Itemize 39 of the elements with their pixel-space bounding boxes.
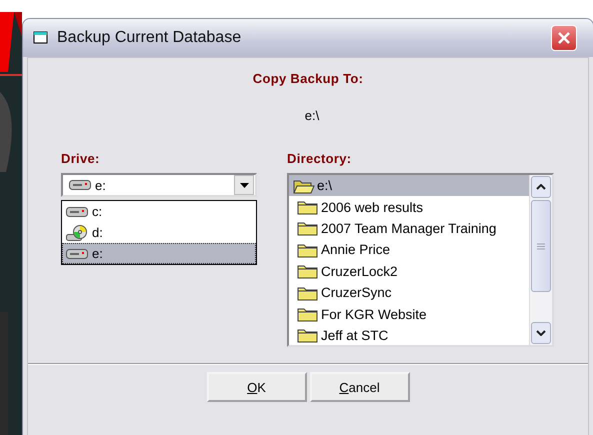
window-title: Backup Current Database	[57, 29, 242, 47]
drive-option[interactable]: e:	[62, 243, 256, 264]
folder-icon	[297, 327, 319, 344]
destination-path: e:\	[304, 108, 320, 123]
directory-item[interactable]: 2007 Team Manager Training	[289, 218, 529, 240]
ok-button[interactable]: OK	[206, 372, 306, 402]
cd-drive-icon	[66, 224, 88, 240]
folder-icon	[297, 199, 319, 216]
close-button[interactable]	[551, 25, 577, 51]
directory-item[interactable]: CruzerSync	[289, 282, 529, 304]
open-folder-icon	[293, 178, 315, 194]
drive-option[interactable]: c:	[62, 201, 256, 222]
folder-icon	[297, 220, 319, 236]
chevron-up-icon	[536, 184, 546, 190]
window-icon	[33, 31, 49, 45]
scroll-down-button[interactable]	[531, 322, 551, 344]
chevron-down-icon	[536, 330, 546, 336]
section-heading: Copy Backup To:	[252, 71, 364, 86]
directory-item[interactable]: 2006 web results	[289, 196, 529, 218]
scrollbar-thumb[interactable]	[531, 200, 551, 292]
cancel-button[interactable]: Cancel	[310, 372, 410, 402]
directory-item[interactable]: Jeff at STC	[289, 324, 529, 345]
directory-item[interactable]: Annie Price	[289, 239, 529, 261]
directory-label: Directory:	[287, 151, 352, 166]
folder-icon	[297, 242, 319, 258]
drive-dropdown[interactable]: e:	[61, 173, 257, 197]
close-icon	[557, 31, 571, 45]
directory-item[interactable]: For KGR Website	[289, 303, 529, 325]
folder-icon	[297, 263, 319, 280]
drive-label: Drive:	[61, 151, 101, 166]
drive-icon	[66, 248, 88, 260]
drive-icon	[69, 179, 91, 191]
folder-icon	[297, 284, 319, 301]
directory-item[interactable]: CruzerLock2	[289, 260, 529, 282]
directory-item[interactable]: e:\	[289, 175, 529, 196]
folder-icon	[297, 306, 319, 322]
scroll-up-button[interactable]	[531, 176, 551, 198]
drive-option[interactable]: d:	[62, 222, 256, 243]
drive-icon	[66, 206, 88, 218]
